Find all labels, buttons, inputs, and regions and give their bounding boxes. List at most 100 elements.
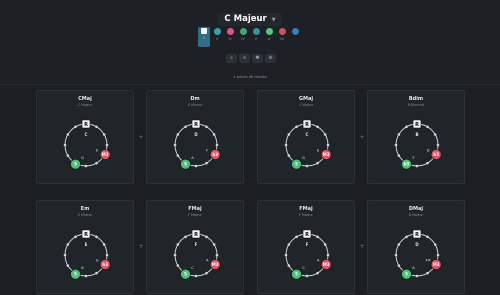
- note-dot[interactable]: [326, 143, 330, 147]
- note-dot[interactable]: [215, 143, 219, 147]
- note-dot[interactable]: [66, 133, 70, 136]
- note-dot[interactable]: [316, 125, 319, 129]
- note-dot[interactable]: [397, 133, 401, 136]
- key-selector[interactable]: C Majeur ▼: [218, 13, 282, 26]
- settings-button[interactable]: ✺: [252, 54, 263, 63]
- note-dot[interactable]: [295, 235, 298, 239]
- note-dot[interactable]: [184, 235, 187, 239]
- degree-label: IV: [241, 37, 245, 41]
- note-dot[interactable]: [426, 125, 429, 129]
- note-dot[interactable]: [415, 274, 419, 278]
- note-dot[interactable]: [305, 274, 309, 278]
- note-dot[interactable]: [205, 125, 208, 129]
- note-dot[interactable]: [287, 264, 291, 267]
- degree-button[interactable]: [289, 27, 301, 47]
- note-dot[interactable]: [394, 253, 398, 257]
- note-dot[interactable]: [316, 235, 319, 239]
- note-dot[interactable]: [426, 235, 429, 239]
- note-dot[interactable]: [405, 125, 408, 129]
- degree-button[interactable]: iii: [224, 27, 236, 47]
- note-dot[interactable]: [84, 164, 88, 168]
- chord-card[interactable]: CMaj C Majeur R C M3 E 5 G: [36, 90, 134, 184]
- note-dot[interactable]: [436, 253, 440, 257]
- note-dot[interactable]: [105, 143, 109, 147]
- note-dot[interactable]: [316, 161, 319, 165]
- degree-button[interactable]: vi: [263, 27, 275, 47]
- note-dot[interactable]: [95, 271, 98, 275]
- note-dot[interactable]: [84, 274, 88, 278]
- note-dot[interactable]: [316, 271, 319, 275]
- note-dot[interactable]: [173, 253, 177, 257]
- wheel-ring: [285, 233, 329, 277]
- note-dot[interactable]: [74, 125, 77, 129]
- note-dot[interactable]: [173, 143, 177, 147]
- note-dot[interactable]: [95, 161, 98, 165]
- fifth-note-label: C: [191, 266, 194, 270]
- link-button[interactable]: ∞: [239, 54, 250, 63]
- note-dot[interactable]: [102, 243, 106, 246]
- degree-button[interactable]: IV: [237, 27, 249, 47]
- note-dot[interactable]: [215, 253, 219, 257]
- note-dot[interactable]: [212, 243, 216, 246]
- note-dot[interactable]: [287, 243, 291, 246]
- note-dot[interactable]: [323, 243, 327, 246]
- degree-label: ii: [216, 37, 218, 41]
- note-dot[interactable]: [295, 125, 298, 129]
- third-badge-label: M3: [323, 262, 330, 267]
- note-dot[interactable]: [397, 243, 401, 246]
- note-dot[interactable]: [426, 161, 429, 165]
- note-dot[interactable]: [194, 164, 198, 168]
- note-dot[interactable]: [63, 253, 67, 257]
- search-icon: ⌕: [230, 55, 233, 61]
- note-dot[interactable]: [205, 271, 208, 275]
- note-dot[interactable]: [194, 274, 198, 278]
- degree-button[interactable]: V: [250, 27, 262, 47]
- search-button[interactable]: ⌕: [226, 54, 237, 63]
- chord-wheel: RC M3E 5G: [63, 119, 111, 170]
- note-dot[interactable]: [66, 154, 70, 157]
- chord-card[interactable]: Bdim B Diminué R Bb3 Db5 F: [367, 90, 465, 184]
- note-dot[interactable]: [415, 164, 419, 168]
- note-dot[interactable]: [212, 133, 216, 136]
- note-dot[interactable]: [305, 164, 309, 168]
- note-dot[interactable]: [284, 253, 288, 257]
- note-dot[interactable]: [63, 143, 67, 147]
- degree-button[interactable]: I: [198, 27, 210, 47]
- degree-button[interactable]: ii: [211, 27, 223, 47]
- note-dot[interactable]: [394, 143, 398, 147]
- note-dot[interactable]: [176, 133, 180, 136]
- note-dot[interactable]: [66, 243, 70, 246]
- note-dot[interactable]: [205, 235, 208, 239]
- note-dot[interactable]: [205, 161, 208, 165]
- note-dot[interactable]: [95, 235, 98, 239]
- note-dot[interactable]: [74, 235, 77, 239]
- note-dot[interactable]: [326, 253, 330, 257]
- note-dot[interactable]: [284, 143, 288, 147]
- fifth-note-label: C: [302, 266, 305, 270]
- note-dot[interactable]: [426, 271, 429, 275]
- note-dot[interactable]: [184, 125, 187, 129]
- note-dot[interactable]: [287, 133, 291, 136]
- degree-button[interactable]: vii: [276, 27, 288, 47]
- note-dot[interactable]: [66, 264, 70, 267]
- note-dot[interactable]: [323, 133, 327, 136]
- note-dot[interactable]: [397, 264, 401, 267]
- third-badge-label: M3: [102, 152, 109, 157]
- note-dot[interactable]: [397, 154, 401, 157]
- note-dot[interactable]: [436, 143, 440, 147]
- chord-name: FMaj: [188, 206, 202, 212]
- chord-name: GMaj: [298, 96, 314, 102]
- note-dot[interactable]: [433, 243, 437, 246]
- note-dot[interactable]: [102, 133, 106, 136]
- note-dot[interactable]: [176, 243, 180, 246]
- note-dot[interactable]: [95, 125, 98, 129]
- note-dot[interactable]: [176, 154, 180, 157]
- note-dot[interactable]: [433, 133, 437, 136]
- note-dot[interactable]: [287, 154, 291, 157]
- note-dot[interactable]: [105, 253, 109, 257]
- help-button[interactable]: ⊚: [265, 54, 276, 63]
- chord-card[interactable]: Dm D Mineur R Db3 F 5 A: [146, 90, 244, 184]
- note-dot[interactable]: [176, 264, 180, 267]
- chord-card[interactable]: GMaj C Majeur R C M3 E 5 G: [257, 90, 355, 184]
- note-dot[interactable]: [405, 235, 408, 239]
